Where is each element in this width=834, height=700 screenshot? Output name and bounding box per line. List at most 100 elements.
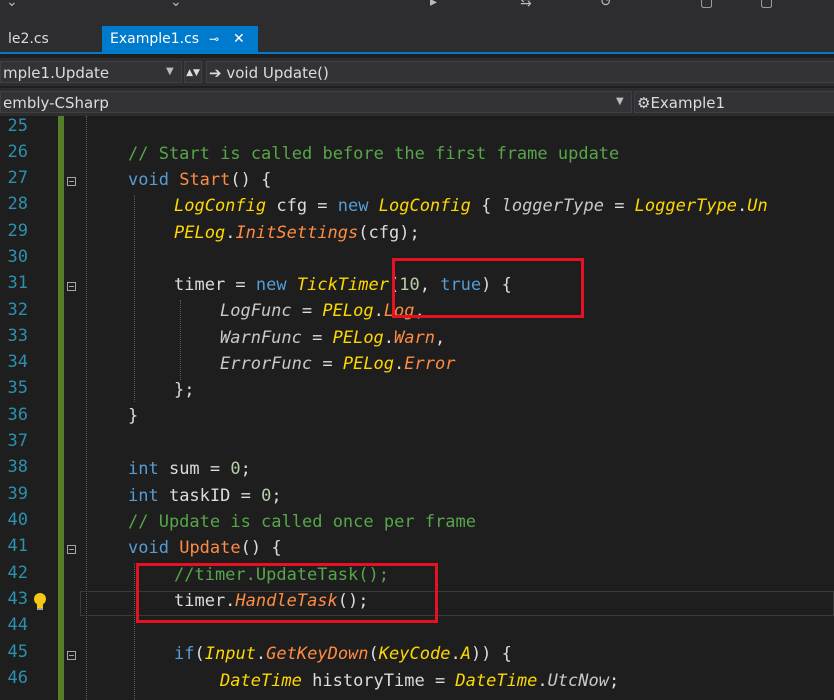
code-text: . bbox=[737, 196, 748, 216]
line-number: 40 bbox=[7, 510, 28, 530]
split-toggle[interactable]: ▲▼ bbox=[184, 61, 202, 83]
code-text: )) { bbox=[470, 644, 512, 664]
code-text: ( bbox=[368, 644, 379, 664]
code-text: cfg = bbox=[266, 196, 338, 216]
code-line-36[interactable]: } bbox=[128, 403, 138, 429]
code-text: . bbox=[255, 644, 267, 664]
toolbar-icon[interactable]: ▢ bbox=[700, 0, 713, 10]
line-number: 34 bbox=[7, 352, 28, 372]
member-scope-dropdown[interactable]: mple1.Update bbox=[0, 61, 182, 83]
property-name: UtcNow bbox=[547, 671, 609, 691]
method-name: Update bbox=[179, 538, 241, 558]
line-number: 39 bbox=[7, 484, 28, 504]
method-name: Start bbox=[179, 170, 231, 190]
code-line-28[interactable]: LogConfig cfg = new LogConfig { loggerTy… bbox=[174, 193, 768, 219]
collapse-icon[interactable] bbox=[67, 545, 76, 554]
code-text: ; bbox=[271, 486, 282, 506]
keyword: new bbox=[337, 196, 369, 216]
class-name: PELog bbox=[322, 301, 374, 321]
property-name: WarnFunc bbox=[220, 328, 302, 348]
toolbar-icon[interactable]: ↺ bbox=[600, 0, 612, 10]
line-number: 46 bbox=[7, 668, 28, 688]
type-name: DateTime bbox=[220, 671, 302, 691]
lightbulb-icon[interactable] bbox=[32, 592, 48, 612]
line-number: 38 bbox=[7, 457, 28, 477]
arrow-right-icon: ➔ bbox=[209, 64, 227, 82]
annotation-highlight-box bbox=[392, 258, 584, 318]
line-number: 44 bbox=[7, 615, 28, 635]
keyword: if bbox=[174, 644, 195, 664]
code-line-29[interactable]: PELog.InitSettings(cfg); bbox=[174, 220, 420, 246]
code-line-38[interactable]: int sum = 0; bbox=[128, 456, 251, 482]
tab-example1[interactable]: Example1.cs ⊸ ✕ bbox=[102, 26, 258, 52]
punctuation: () { bbox=[240, 538, 282, 558]
collapse-icon[interactable] bbox=[67, 282, 76, 291]
comment: // Start is called before the first fram… bbox=[128, 144, 620, 164]
code-line-34[interactable]: ErrorFunc = PELog.Error bbox=[220, 351, 455, 377]
type-name: LogConfig bbox=[378, 196, 471, 216]
code-text: ; bbox=[240, 459, 251, 479]
project-bar: embly-CSharp ▼ ⚙Example1 bbox=[0, 88, 834, 116]
line-number-gutter: 25 26 27 28 29 30 31 32 33 34 35 36 37 3… bbox=[0, 116, 60, 700]
pin-icon[interactable]: ⊸ bbox=[209, 26, 219, 52]
indent-guide bbox=[134, 195, 135, 402]
code-text: historyTime = bbox=[301, 671, 456, 691]
code-line-40[interactable]: // Update is called once per frame bbox=[128, 509, 476, 535]
keyword: void bbox=[128, 538, 169, 558]
code-text: ( bbox=[194, 644, 205, 664]
tab-example2[interactable]: le2.cs bbox=[0, 26, 98, 52]
code-text: . bbox=[537, 671, 548, 691]
code-text: . bbox=[450, 644, 461, 664]
project-label: embly-CSharp bbox=[3, 94, 109, 112]
code-text: . bbox=[394, 354, 405, 374]
code-text: . bbox=[373, 301, 384, 321]
navigation-bar: mple1.Update ▼ ▲▼ ➔ void Update() bbox=[0, 58, 834, 86]
code-text: = bbox=[603, 196, 635, 216]
project-dropdown[interactable]: embly-CSharp bbox=[0, 91, 632, 113]
tab-label: le2.cs bbox=[8, 31, 49, 47]
comment: // Update is called once per frame bbox=[128, 512, 476, 532]
line-number: 37 bbox=[7, 431, 28, 451]
code-line-33[interactable]: WarnFunc = PELog.Warn, bbox=[220, 325, 445, 351]
keyword: new bbox=[255, 275, 287, 295]
type-name: TickTimer bbox=[296, 275, 389, 295]
toolbar-icon[interactable]: ⌄ bbox=[170, 0, 182, 10]
code-line-27[interactable]: void Start() { bbox=[128, 167, 271, 193]
code-line-45[interactable]: if(Input.GetKeyDown(KeyCode.A)) { bbox=[174, 641, 512, 667]
code-text: . bbox=[383, 328, 395, 348]
toolbar-icon[interactable]: ⇆ bbox=[520, 0, 532, 10]
type-dropdown[interactable]: ⚙Example1 bbox=[634, 91, 834, 113]
tab-label: Example1.cs bbox=[110, 31, 200, 47]
line-number: 32 bbox=[7, 300, 28, 320]
code-text: }; bbox=[174, 380, 195, 400]
method-name: Warn bbox=[394, 328, 435, 348]
class-icon: ⚙ bbox=[637, 94, 651, 112]
close-icon[interactable]: ✕ bbox=[233, 26, 245, 52]
code-line-39[interactable]: int taskID = 0; bbox=[128, 483, 282, 509]
code-text: ; bbox=[608, 671, 620, 691]
collapse-icon[interactable] bbox=[67, 177, 76, 186]
line-number: 29 bbox=[7, 221, 28, 241]
chevron-down-icon: ▼ bbox=[166, 66, 174, 77]
code-line-35[interactable]: }; bbox=[174, 377, 194, 403]
method-label: void Update() bbox=[226, 64, 329, 82]
toolbar: ⌄ ⌄ ▸ ⇆ ↺ ▢ ▢ bbox=[0, 0, 834, 26]
code-line-26[interactable]: // Start is called before the first fram… bbox=[128, 141, 619, 167]
number-literal: 0 bbox=[230, 459, 241, 479]
method-dropdown[interactable]: ➔ void Update() bbox=[206, 61, 834, 83]
line-number: 41 bbox=[7, 536, 28, 556]
code-line-41[interactable]: void Update() { bbox=[128, 535, 282, 561]
type-name: KeyCode bbox=[378, 644, 451, 664]
toolbar-icon[interactable]: ⌄ bbox=[6, 0, 18, 10]
code-line-46[interactable]: DateTime historyTime = DateTime.UtcNow; bbox=[220, 668, 619, 694]
property-name: ErrorFunc bbox=[220, 354, 313, 374]
line-number: 42 bbox=[7, 563, 28, 583]
document-tab-strip: le2.cs Example1.cs ⊸ ✕ bbox=[0, 26, 834, 54]
toolbar-icon[interactable]: ▸ bbox=[430, 0, 437, 10]
class-name: PELog bbox=[174, 223, 226, 243]
toolbar-icon[interactable]: ▢ bbox=[760, 0, 773, 10]
code-text: , bbox=[435, 328, 446, 348]
method-name: GetKeyDown bbox=[266, 644, 369, 664]
collapse-icon[interactable] bbox=[67, 651, 76, 660]
